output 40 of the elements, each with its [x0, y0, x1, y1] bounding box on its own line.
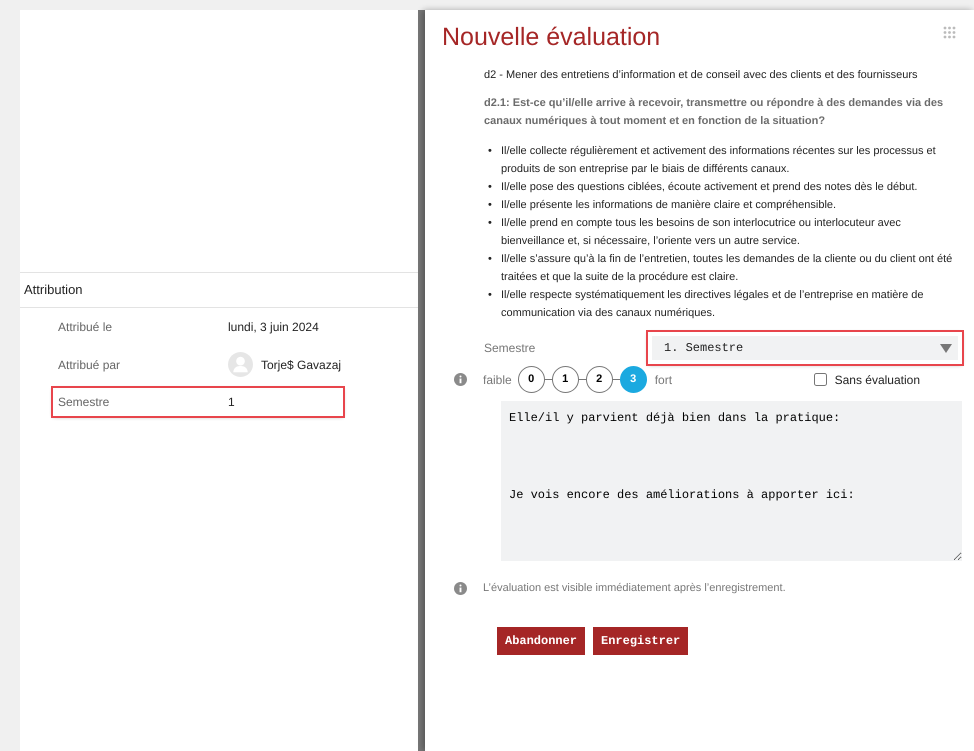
scale-low-label: faible	[483, 372, 512, 388]
rating-step[interactable]: 1	[552, 366, 579, 393]
section-title: Attribution	[20, 272, 418, 308]
criterion-item: Il/elle pose des questions ciblées, écoute activement et prend des notes dès le début.	[501, 180, 918, 195]
rating-step[interactable]: 0	[518, 366, 545, 393]
scale-high-label: fort	[654, 372, 672, 388]
rating-step[interactable]: 2	[586, 366, 613, 393]
checkbox-label: Sans évaluation	[834, 372, 920, 388]
info-icon	[454, 582, 467, 595]
field-label: Attribué le	[58, 318, 114, 336]
criterion-item: Il/elle collecte régulièrement et activement des informations récentes sur les processus et produits de son entreprise par le biais de différents canaux.	[501, 144, 937, 177]
bullet-marker: •	[487, 144, 493, 159]
semester-label: Semestre	[484, 340, 536, 357]
field-value: lundi, 3 juin 2024	[228, 318, 319, 336]
criterion-item: Il/elle présente les informations de manière claire et compréhensible.	[501, 198, 836, 213]
criterion-item: Il/elle s’assure qu’à la fin de l’entretien, toutes les demandes de la cliente ou du client ont été traitées et que la suite de la procédure est claire.	[501, 252, 954, 285]
bullet-marker: •	[487, 216, 493, 231]
bullet-marker: •	[487, 198, 493, 213]
drag-handle-icon[interactable]	[943, 26, 956, 39]
competence-title: d2 - Mener des entretiens d’information et de conseil avec des clients et des fournisseurs	[484, 68, 919, 83]
dialog-title: Nouvelle évaluation	[442, 22, 660, 52]
bullet-marker: •	[487, 252, 493, 267]
semester-select[interactable]: 1. Semestre	[652, 336, 958, 360]
bullet-marker: •	[487, 180, 493, 195]
field-value: 1	[228, 394, 235, 410]
checkbox[interactable]	[814, 373, 827, 386]
criterion-item: Il/elle prend en compte tous les besoins de son interlocutrice ou interlocuteur avec bienveillance et, si nécessaire, l’oriente vers un autre service.	[501, 216, 902, 249]
save-button[interactable]: Enregistrer	[593, 626, 688, 654]
note-text: L’évaluation est visible immédiatement après l’enregistrement.	[483, 581, 786, 596]
avatar-icon	[228, 352, 253, 377]
field-value: Torje$ Gavazaj	[261, 356, 342, 374]
field-label: Semestre	[58, 394, 110, 410]
criterion-item: Il/elle respecte systématiquement les directives légales et de l’entreprise en matière de communication via des canaux numériques.	[501, 288, 924, 321]
field-label: Attribué par	[58, 356, 122, 374]
info-icon	[454, 373, 467, 386]
cancel-button[interactable]: Abandonner	[497, 626, 586, 654]
comment-field[interactable]: Elle/il y parvient déjà bien dans la pratique: Je vois encore des améliorations à apporter ici:	[501, 401, 962, 561]
question-text: d2.1: Est-ce qu’il/elle arrive à recevoir, transmettre ou répondre à des demandes via des canaux numériques à tout moment et en fonction de la situation?	[484, 96, 944, 129]
caret-icon	[940, 344, 952, 352]
bullet-marker: •	[487, 288, 493, 303]
